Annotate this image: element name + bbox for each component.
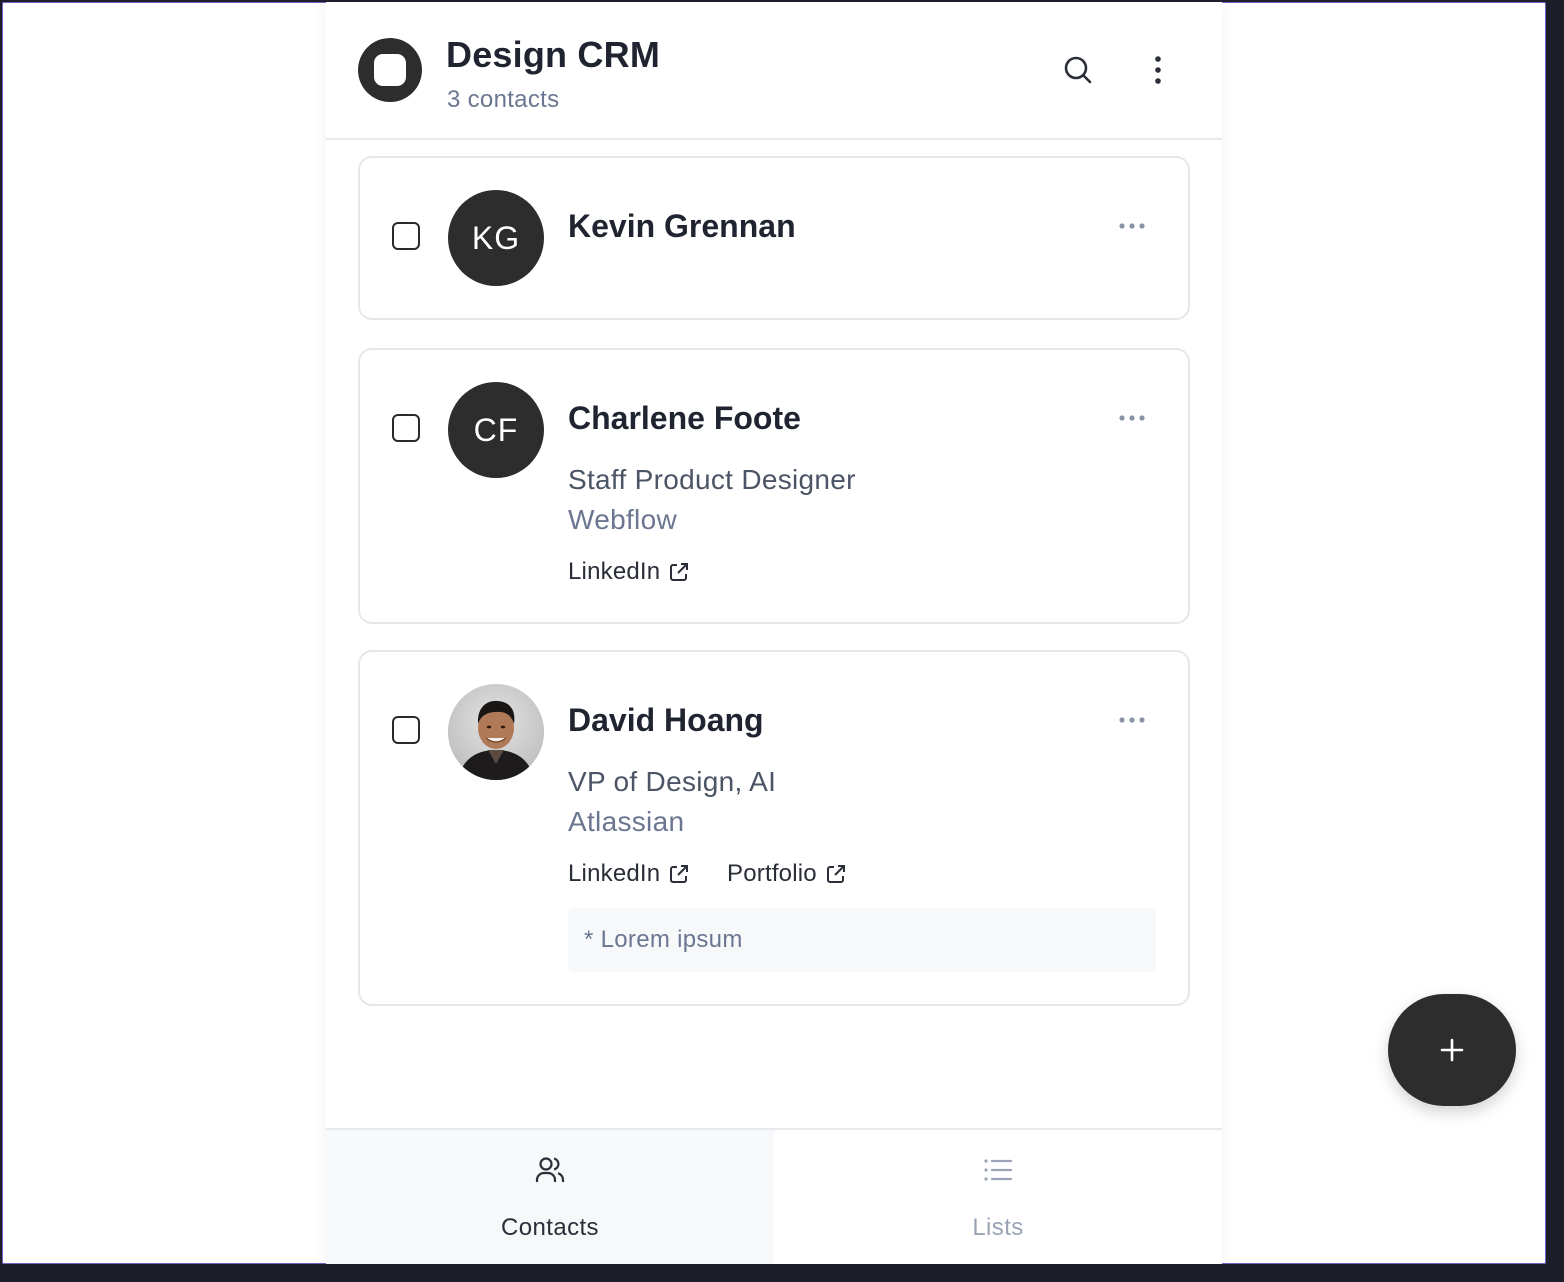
contact-name: Charlene Foote	[568, 400, 801, 436]
contact-card[interactable]: David Hoang VP of Design, AI Atlassian L…	[358, 650, 1190, 1006]
tab-label: Lists	[972, 1214, 1024, 1241]
contact-count: 3 contacts	[447, 86, 560, 113]
contact-company: Webflow	[568, 504, 677, 535]
tab-contacts[interactable]: Contacts	[326, 1130, 774, 1264]
contact-name: David Hoang	[568, 702, 764, 738]
more-vertical-icon	[1155, 56, 1161, 84]
avatar: KG	[448, 190, 544, 286]
more-horizontal-icon	[1119, 223, 1145, 229]
contact-role: VP of Design, AI	[568, 766, 777, 797]
avatar-photo	[448, 684, 544, 780]
external-link-icon	[826, 865, 845, 883]
avatar	[448, 684, 544, 780]
contact-note: * Lorem ipsum	[568, 908, 1156, 972]
more-horizontal-icon	[1119, 717, 1145, 723]
external-link-icon	[670, 563, 689, 581]
search-button[interactable]	[1054, 46, 1102, 94]
portfolio-link[interactable]: Portfolio	[727, 860, 847, 888]
linkedin-link[interactable]: LinkedIn	[568, 860, 690, 888]
tab-lists[interactable]: Lists	[774, 1130, 1222, 1264]
contact-list: KG Kevin Grennan CF Charlene Foote Staff…	[358, 156, 1190, 1030]
search-icon	[1064, 56, 1092, 84]
crm-app: Design CRM 3 contacts KG Kevin Grennan C…	[326, 2, 1222, 1264]
contact-role: Staff Product Designer	[568, 464, 856, 495]
contact-menu-button[interactable]	[1116, 710, 1148, 730]
contact-checkbox[interactable]	[392, 222, 420, 250]
contact-menu-button[interactable]	[1116, 408, 1148, 428]
tab-label: Contacts	[501, 1214, 599, 1241]
plus-icon	[1440, 1038, 1464, 1062]
header-menu-button[interactable]	[1134, 46, 1182, 94]
linkedin-link[interactable]: LinkedIn	[568, 558, 690, 586]
contact-menu-button[interactable]	[1116, 216, 1148, 236]
app-logo-icon	[358, 38, 422, 102]
more-horizontal-icon	[1119, 415, 1145, 421]
contact-company: Atlassian	[568, 806, 685, 837]
contact-card[interactable]: CF Charlene Foote Staff Product Designer…	[358, 348, 1190, 624]
contact-checkbox[interactable]	[392, 716, 420, 744]
contact-name: Kevin Grennan	[568, 208, 796, 244]
app-title: Design CRM	[446, 34, 661, 75]
users-icon	[535, 1157, 565, 1182]
add-contact-button[interactable]	[1388, 994, 1516, 1106]
contact-card[interactable]: KG Kevin Grennan	[358, 156, 1190, 320]
list-icon	[984, 1159, 1013, 1181]
contact-checkbox[interactable]	[392, 414, 420, 442]
app-window: Design CRM 3 contacts KG Kevin Grennan C…	[2, 2, 1546, 1264]
app-header: Design CRM 3 contacts	[326, 2, 1222, 140]
bottom-tab-bar: Contacts Lists	[326, 1128, 1222, 1264]
avatar: CF	[448, 382, 544, 478]
external-link-icon	[670, 865, 689, 883]
